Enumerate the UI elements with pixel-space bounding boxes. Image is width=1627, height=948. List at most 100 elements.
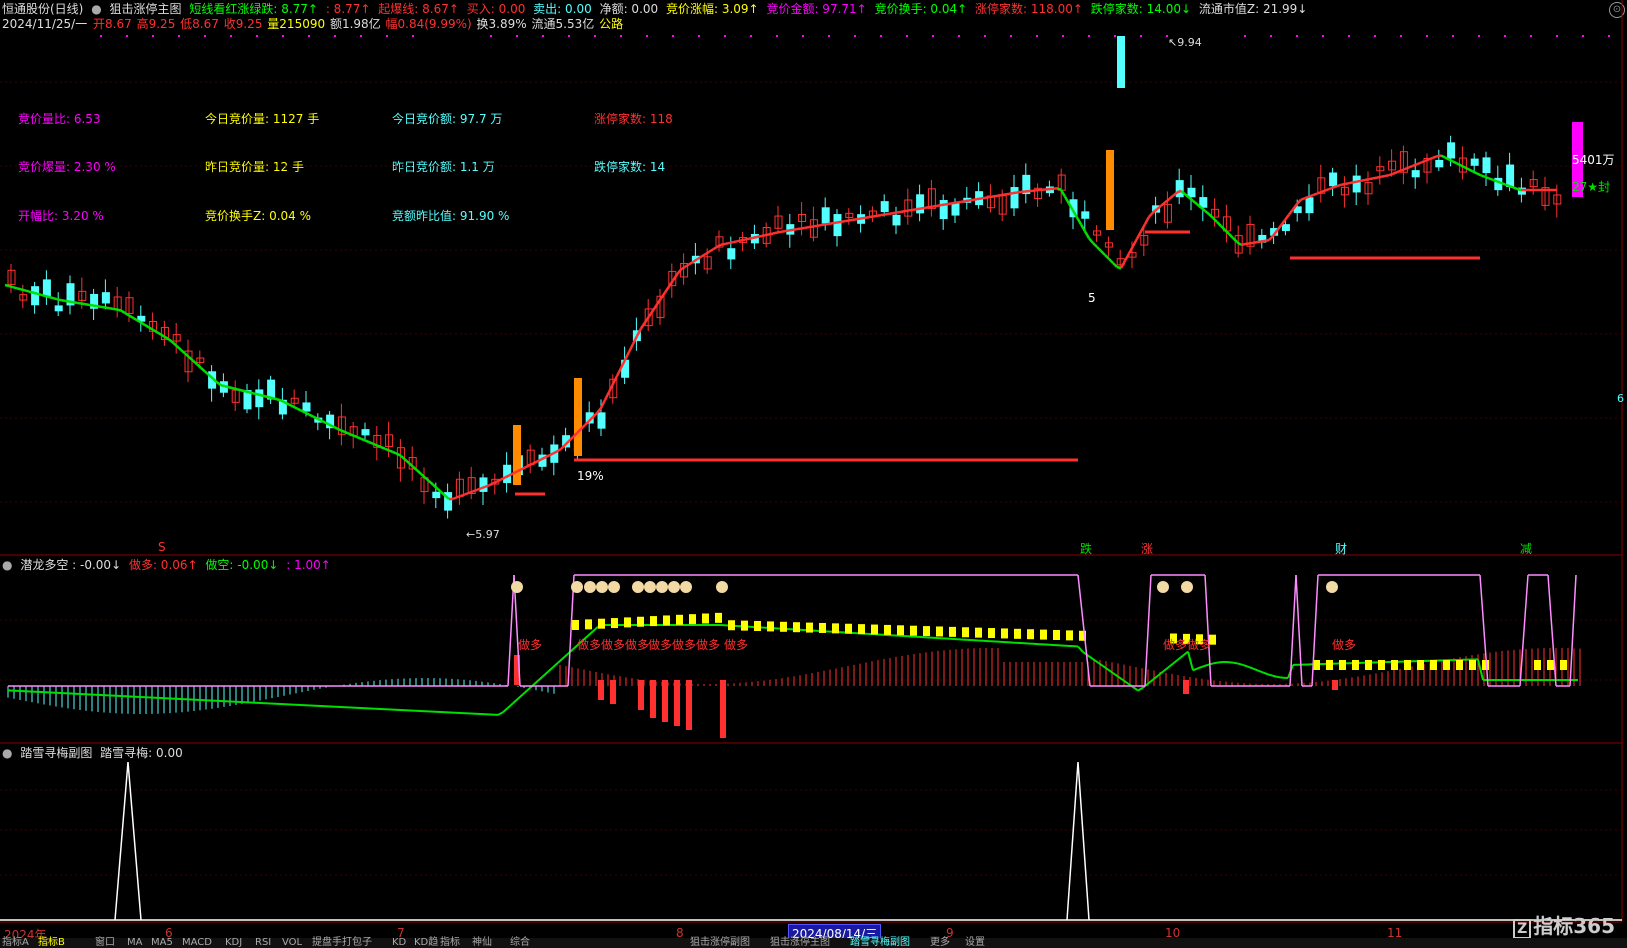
top-dot	[698, 35, 700, 37]
ma-line-segment	[1488, 177, 1494, 182]
ma-line-segment	[1424, 158, 1430, 163]
ma-line-segment	[492, 480, 498, 485]
candle-body	[1305, 197, 1314, 214]
panel3-settings-icon[interactable]: ●	[2, 746, 12, 760]
tab[interactable]: VOL	[282, 938, 302, 948]
candle-body	[1010, 187, 1019, 209]
panel2-block	[1391, 660, 1398, 670]
ma-line-segment	[360, 437, 366, 442]
ma-line-segment	[880, 213, 886, 217]
tab[interactable]: 提盘手打包子	[312, 938, 372, 948]
panel2-name[interactable]: 潜龙多空	[20, 558, 68, 572]
ma-line-segment	[1264, 238, 1270, 243]
tab[interactable]: 指标A	[2, 938, 29, 948]
tab[interactable]: MA5	[151, 938, 173, 948]
tab[interactable]: 狙击涨停主图	[770, 938, 830, 948]
ma-line-segment	[1240, 242, 1246, 247]
ma-line-segment	[964, 199, 970, 203]
ma-line-segment	[1380, 174, 1386, 179]
panel2-block	[1547, 660, 1554, 670]
panel2-block	[871, 624, 878, 635]
ma-line-segment	[756, 234, 762, 239]
moneybag-icon	[1157, 581, 1169, 593]
ma-line-segment	[1204, 209, 1210, 216]
moneybag-icon	[608, 581, 620, 593]
ma-line-segment	[1016, 190, 1022, 194]
ma-line-segment	[720, 242, 726, 247]
ma-line-segment	[1131, 238, 1139, 247]
top-dot	[906, 35, 908, 37]
panel2-block	[793, 622, 800, 633]
ma-line-segment	[1248, 241, 1254, 245]
ma-line-segment	[752, 235, 758, 240]
panel2-line	[507, 702, 514, 709]
panel2-block	[1066, 630, 1073, 641]
panel2-line	[1197, 665, 1204, 670]
tab[interactable]: KDJ	[225, 938, 242, 948]
tab[interactable]: 指标	[440, 938, 460, 948]
moneybag-icon	[644, 581, 656, 593]
ma-line-segment	[1420, 159, 1426, 164]
tab[interactable]: KD	[392, 938, 406, 948]
tab[interactable]: MA	[127, 938, 142, 948]
ma-line-segment	[176, 345, 182, 351]
kline-chart[interactable]	[0, 0, 1627, 938]
ma-line-segment	[788, 228, 794, 232]
top-dot	[516, 35, 518, 37]
panel2-neg-bar	[674, 680, 680, 726]
tab[interactable]: 神仙	[472, 938, 492, 948]
ma-line-segment	[944, 202, 950, 206]
top-dot	[750, 35, 752, 37]
tab[interactable]: RSI	[255, 938, 271, 948]
tab[interactable]: KD趋	[414, 938, 438, 948]
tab[interactable]: 指标B	[38, 938, 65, 948]
moneybag-icon	[511, 581, 523, 593]
ma-line-segment	[220, 384, 226, 388]
ma-line-segment	[1143, 216, 1151, 225]
ma-line-segment	[956, 200, 962, 204]
tab[interactable]: 综合	[510, 938, 530, 948]
ma-line-segment	[1139, 223, 1147, 233]
ma-line-segment	[48, 295, 54, 300]
ma-line-segment	[988, 195, 994, 199]
ma-line-segment	[1392, 171, 1398, 175]
tab[interactable]: 踏雪寻梅副图	[850, 938, 910, 948]
candle-body	[821, 207, 830, 224]
panel2-line	[1162, 666, 1169, 673]
panel2-block	[1430, 660, 1437, 670]
panel2-line	[552, 662, 559, 669]
candle-body	[361, 429, 370, 436]
tab[interactable]: MACD	[182, 938, 212, 948]
ma-line-segment	[1468, 168, 1474, 173]
ma-line-segment	[1496, 180, 1502, 185]
panel3-drawing	[0, 761, 1622, 921]
ma-line-segment	[680, 265, 686, 271]
top-dot	[542, 35, 544, 37]
ma-line-segment	[272, 397, 278, 401]
panel2-line	[1252, 667, 1259, 672]
tab[interactable]: 更多	[930, 938, 950, 948]
ma-line-segment	[1287, 208, 1295, 216]
ma-line-segment	[228, 386, 234, 390]
ma-line-segment	[760, 234, 766, 238]
top-dot	[204, 35, 206, 37]
ma-line-segment	[1083, 230, 1091, 239]
marker-die: 跌	[1080, 542, 1093, 556]
panel2-block	[949, 626, 956, 637]
panel2-line	[1167, 662, 1174, 669]
ma-line-segment	[1256, 240, 1262, 244]
candlesticks	[7, 35, 1610, 519]
ma-line-segment	[268, 396, 274, 400]
tab[interactable]: 狙击涨停副图	[690, 938, 750, 948]
panel2-settings-icon[interactable]: ●	[2, 558, 12, 572]
panel3-name[interactable]: 踏雪寻梅副图	[20, 746, 92, 760]
ma-line-segment	[1096, 246, 1102, 252]
tab[interactable]: 设置	[965, 938, 985, 948]
marker-jian: 减	[1520, 542, 1533, 556]
panel2-block	[1027, 629, 1034, 640]
panel2-block	[1053, 629, 1060, 640]
panel2-block	[910, 625, 917, 636]
tab[interactable]: 窗口	[95, 938, 115, 948]
panel2-label: 做多	[518, 638, 543, 652]
ma-line-segment	[904, 209, 910, 213]
